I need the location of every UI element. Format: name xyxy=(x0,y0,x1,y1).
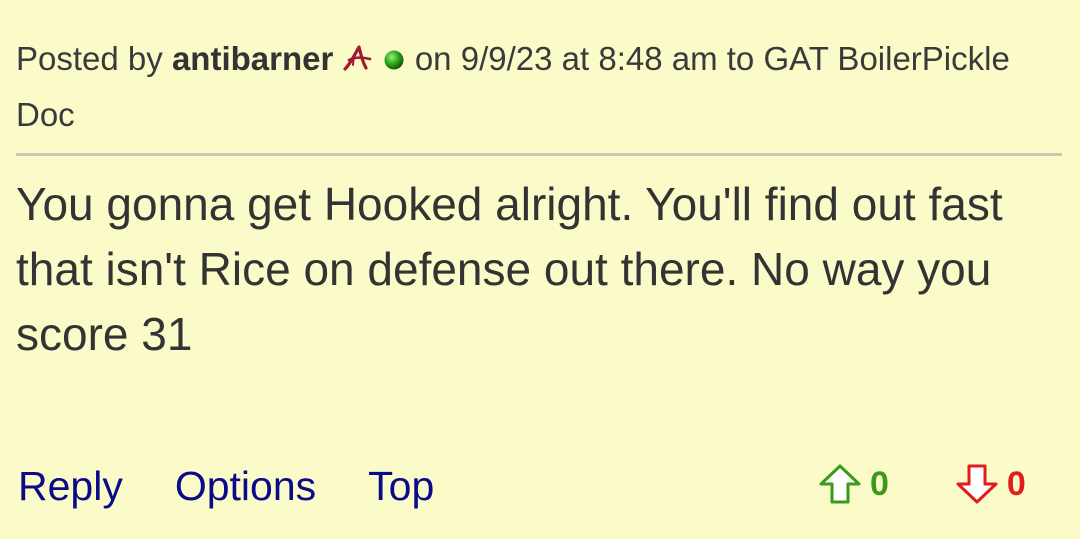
on-label: on xyxy=(414,40,452,77)
top-link[interactable]: Top xyxy=(368,463,434,509)
reply-link[interactable]: Reply xyxy=(18,463,123,509)
upvote-count: 0 xyxy=(870,464,889,503)
post-header: Posted by antibarner on 9/9/23 at 8:48 a… xyxy=(16,32,1056,142)
post-time: 8:48 am xyxy=(598,40,718,77)
online-green-dot-icon xyxy=(382,34,406,88)
upvote-button[interactable]: 0 xyxy=(818,463,889,505)
author-name[interactable]: antibarner xyxy=(172,40,333,77)
post-date: 9/9/23 xyxy=(460,40,553,77)
thumb-down-arrow-icon xyxy=(955,463,999,505)
downvote-button[interactable]: 0 xyxy=(955,463,1026,505)
options-link[interactable]: Options xyxy=(175,463,316,509)
thumb-up-arrow-icon xyxy=(818,463,862,505)
alabama-script-a-icon xyxy=(342,34,372,88)
header-divider xyxy=(16,153,1062,156)
posted-by-label: Posted by xyxy=(16,40,163,77)
post-body: You gonna get Hooked alright. You'll fin… xyxy=(16,178,1003,360)
post-actions: Reply Options Top xyxy=(18,458,486,514)
vote-controls: 0 0 xyxy=(818,456,1026,512)
downvote-count: 0 xyxy=(1006,464,1026,503)
to-label: to xyxy=(726,40,755,77)
at-label: at xyxy=(561,40,590,77)
